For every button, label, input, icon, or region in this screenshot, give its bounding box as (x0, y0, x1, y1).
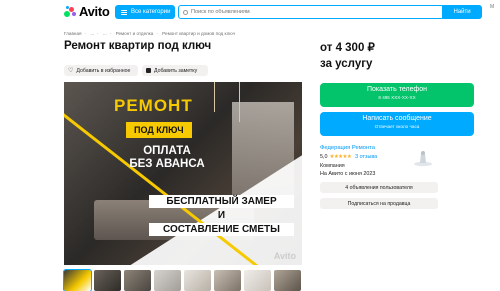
seller-avatar[interactable] (412, 147, 434, 167)
avatar-head (421, 151, 425, 155)
breadcrumb-separator: · (97, 31, 99, 36)
banner-text-payment-line1: ОПЛАТА (143, 145, 191, 157)
seller-rating: 5,0 ★★★★★ 3 отзыва (320, 154, 377, 160)
banner-text-renovation: РЕМОНТ (114, 96, 193, 115)
logo-text: Avito (79, 4, 110, 19)
user-listings-button[interactable]: 4 объявления пользователя (320, 182, 438, 193)
breadcrumb-separator: · (109, 31, 112, 36)
banner-text-free-measure: БЕСПЛАТНЫЙ ЗАМЕР (149, 195, 294, 208)
breadcrumb: Главная · ... · ... · Ремонт и отделка · Рем… (64, 31, 235, 36)
photo-watermark: Avito (273, 251, 296, 261)
seller-name-link[interactable]: Федерация Ремонта (320, 145, 375, 151)
write-message-button[interactable]: Написать сообщение Отвечает около часа (320, 112, 474, 136)
banner-text-and: И (217, 210, 226, 221)
thumbnail[interactable] (184, 270, 211, 291)
banner-text-payment: ОПЛАТА БЕЗ АВАНСА (112, 145, 222, 171)
main-photo[interactable]: РЕМОНТ ПОД КЛЮЧ ОПЛАТА БЕЗ АВАНСА БЕСПЛА… (64, 82, 302, 265)
on-avito-since: На Авито с июня 2023 (320, 171, 376, 177)
reviews-link[interactable]: 3 отзыва (355, 154, 377, 160)
banner-text-payment-line2: БЕЗ АВАНСА (129, 158, 205, 170)
breadcrumb-item-home[interactable]: Главная (64, 31, 81, 36)
thumbnail[interactable] (94, 270, 121, 291)
photo-lamp (239, 82, 240, 122)
search-icon (183, 9, 188, 15)
breadcrumb-item-renovation[interactable]: Ремонт и отделка (116, 31, 154, 36)
banner-text-turnkey: ПОД КЛЮЧ (126, 122, 192, 138)
menu-icon (121, 9, 127, 15)
breadcrumb-item[interactable]: ... (90, 31, 94, 36)
add-to-favorites-label: Добавить в избранное (76, 67, 131, 74)
price-value: от 4 300 ₽ (320, 42, 375, 54)
search-box (178, 5, 444, 19)
price-unit: за услугу (320, 58, 373, 70)
search-input[interactable] (191, 7, 411, 17)
find-button[interactable]: Найти (442, 5, 482, 19)
banner-text-estimate: СОСТАВЛЕНИЕ СМЕТЫ (149, 223, 294, 236)
all-categories-label: Все категории (131, 9, 171, 15)
page-title: Ремонт квартир под ключ (64, 40, 212, 52)
rating-value: 5,0 (320, 154, 328, 160)
header: Avito Все категории Найти М (0, 0, 500, 24)
thumbnail[interactable] (274, 270, 301, 291)
breadcrumb-item[interactable]: ... (103, 31, 107, 36)
show-phone-label: Показать телефон (367, 86, 427, 93)
note-icon (146, 68, 151, 73)
breadcrumb-item-turnkey[interactable]: Ремонт квартир и домов под ключ (162, 31, 235, 36)
thumbnail[interactable] (124, 270, 151, 291)
logo-dots-icon (64, 5, 77, 18)
add-note-button[interactable]: Добавить заметку (142, 65, 208, 76)
photo-thumbnails (63, 269, 301, 291)
subscribe-seller-button[interactable]: Подписаться на продавца (320, 198, 438, 209)
thumbnail[interactable] (244, 270, 271, 291)
breadcrumb-separator: · (84, 31, 87, 36)
location-label[interactable]: М (490, 4, 494, 10)
write-message-label: Написать сообщение (362, 115, 432, 122)
show-phone-button[interactable]: Показать телефон 8 495 XXX-XX-XX (320, 83, 474, 107)
heart-icon: ♡ (68, 68, 74, 74)
all-categories-button[interactable]: Все категории (115, 5, 175, 19)
breadcrumb-separator: · (156, 31, 158, 36)
avito-logo[interactable]: Avito (64, 4, 110, 19)
thumbnail[interactable] (154, 270, 181, 291)
add-note-label: Добавить заметку (154, 67, 198, 74)
star-icons: ★★★★★ (329, 154, 352, 160)
response-time: Отвечает около часа (374, 124, 420, 129)
photo-lamp (214, 82, 215, 112)
thumbnail[interactable] (63, 269, 92, 291)
thumbnail[interactable] (214, 270, 241, 291)
seller-type: Компания (320, 163, 345, 169)
price: от 4 300 ₽ за услугу (320, 40, 375, 72)
phone-number-masked: 8 495 XXX-XX-XX (378, 95, 416, 100)
add-to-favorites-button[interactable]: ♡ Добавить в избранное (64, 65, 138, 76)
